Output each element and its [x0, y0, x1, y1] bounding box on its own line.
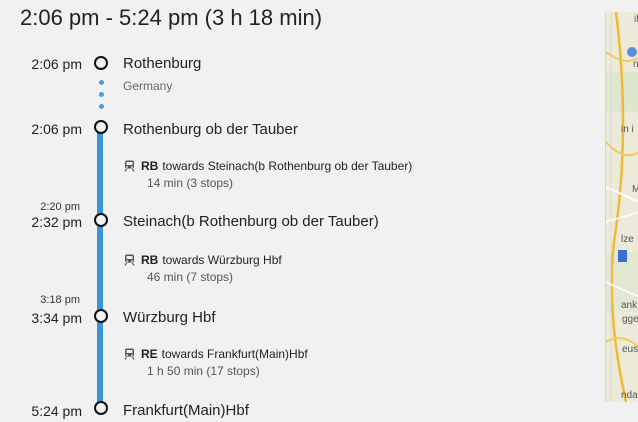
stop-time: 5:24 pm [31, 403, 82, 419]
transit-segment[interactable]: RB towards Würzburg Hbf 46 min (7 stops) [124, 253, 282, 284]
map-label: eus [622, 344, 638, 355]
segment-duration: 46 min (7 stops) [147, 270, 234, 284]
route-line [97, 132, 103, 408]
train-type: RB [141, 159, 159, 173]
stop-name[interactable]: Würzburg Hbf [123, 309, 216, 326]
train-icon [124, 348, 135, 360]
segment-direction: towards Würzburg Hbf [162, 253, 282, 267]
train-icon [124, 160, 135, 172]
segment-duration: 1 h 50 min (17 stops) [147, 364, 260, 378]
arrival-time: 3:18 pm [40, 294, 80, 306]
segment-direction: towards Steinach(b Rothenburg ob der Tau… [162, 159, 413, 173]
segment-direction: towards Frankfurt(Main)Hbf [161, 347, 308, 361]
map-label: ilbu [634, 14, 638, 25]
train-type: RB [141, 253, 159, 267]
route-map[interactable]: ilbu n in i M lze ank gge eus nda [605, 12, 638, 402]
map-label: ank [621, 300, 638, 311]
stop-name[interactable]: Steinach(b Rothenburg ob der Tauber) [123, 213, 379, 230]
walk-dot [98, 92, 104, 97]
map-label: lze [621, 234, 634, 245]
map-label: in i [621, 124, 634, 135]
stop-country: Germany [123, 79, 173, 93]
walk-dot [98, 80, 104, 85]
arrival-time: 2:20 pm [40, 201, 80, 213]
stop-node [94, 401, 108, 415]
train-type: RE [141, 347, 158, 361]
trip-summary-title: 2:06 pm - 5:24 pm (3 h 18 min) [20, 5, 323, 30]
stop-time: 2:06 pm [31, 56, 82, 72]
stop-node [94, 56, 108, 70]
stop-name[interactable]: Frankfurt(Main)Hbf [123, 402, 249, 419]
stop-time: 2:32 pm [31, 214, 82, 230]
map-label: n [633, 59, 638, 70]
segment-duration: 14 min (3 stops) [147, 176, 234, 190]
walk-dot [98, 104, 104, 109]
map-roads: ilbu n in i M lze ank gge eus nda [606, 12, 638, 402]
stop-name[interactable]: Rothenburg ob der Tauber [123, 121, 298, 138]
map-label: gge [622, 314, 638, 325]
stop-node [94, 120, 108, 134]
stop-time: 3:34 pm [31, 310, 82, 326]
transit-segment[interactable]: RB towards Steinach(b Rothenburg ob der T… [124, 159, 413, 190]
stop-time: 2:06 pm [31, 121, 82, 137]
map-label: nda [621, 390, 638, 401]
train-icon [124, 254, 135, 266]
transit-segment[interactable]: RE towards Frankfurt(Main)Hbf 1 h 50 min … [124, 347, 308, 378]
stop-name[interactable]: Rothenburg [123, 55, 201, 72]
stop-node [94, 309, 108, 323]
stop-node [94, 213, 108, 227]
map-label: M [632, 184, 638, 195]
